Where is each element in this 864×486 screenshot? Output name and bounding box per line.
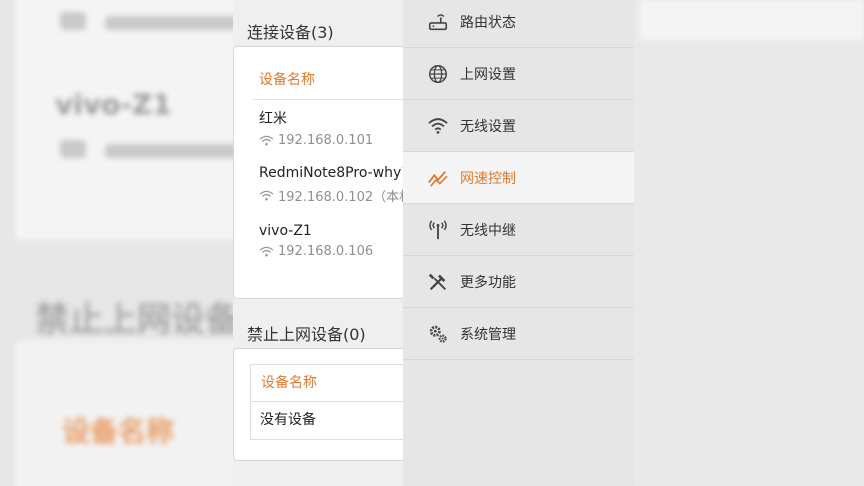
globe-icon: [426, 62, 450, 86]
menu-label: 网速控制: [460, 170, 516, 187]
menu-item-internet-settings[interactable]: 上网设置: [403, 48, 634, 100]
bg-column-header: 设备名称: [62, 415, 175, 448]
menu-label: 无线中继: [460, 222, 516, 239]
device-name-column-header: 设备名称: [259, 72, 315, 88]
device-ip: 192.168.0.101: [278, 133, 374, 148]
menu-label: 更多功能: [460, 274, 516, 291]
wifi-icon: [426, 114, 450, 138]
tools-icon: [426, 270, 450, 294]
menu-item-wireless-repeater[interactable]: 无线中继: [403, 204, 634, 256]
menu-label: 路由状态: [460, 14, 516, 31]
wifi-icon: [259, 190, 274, 201]
menu-label: 无线设置: [460, 118, 516, 135]
device-ip: 192.168.0.106: [278, 244, 374, 259]
menu-label: 上网设置: [460, 66, 516, 83]
wifi-icon: [259, 135, 274, 146]
menu-label: 系统管理: [460, 326, 516, 343]
menu-item-wireless-settings[interactable]: 无线设置: [403, 100, 634, 152]
blocked-devices-title: 禁止上网设备(0): [247, 325, 366, 344]
gears-icon: [426, 322, 450, 346]
menu-item-speed-control[interactable]: 网速控制: [403, 152, 634, 204]
side-menu: 路由状态 上网设置 无线设置 网速控制 无线中继 更多功能 系统管理: [403, 0, 634, 486]
menu-item-system-management[interactable]: 系统管理: [403, 308, 634, 360]
connected-devices-title: 连接设备(3): [247, 23, 334, 42]
device-ip: 192.168.0.102（本机: [278, 190, 413, 205]
bg-right-area: [600, 0, 864, 486]
router-icon: [426, 10, 450, 34]
speed-chart-icon: [426, 166, 450, 190]
bg-device-name: vivo-Z1: [55, 88, 172, 121]
wifi-icon: [259, 246, 274, 257]
antenna-icon: [426, 218, 450, 242]
menu-item-more-features[interactable]: 更多功能: [403, 256, 634, 308]
menu-item-router-status[interactable]: 路由状态: [403, 0, 634, 48]
